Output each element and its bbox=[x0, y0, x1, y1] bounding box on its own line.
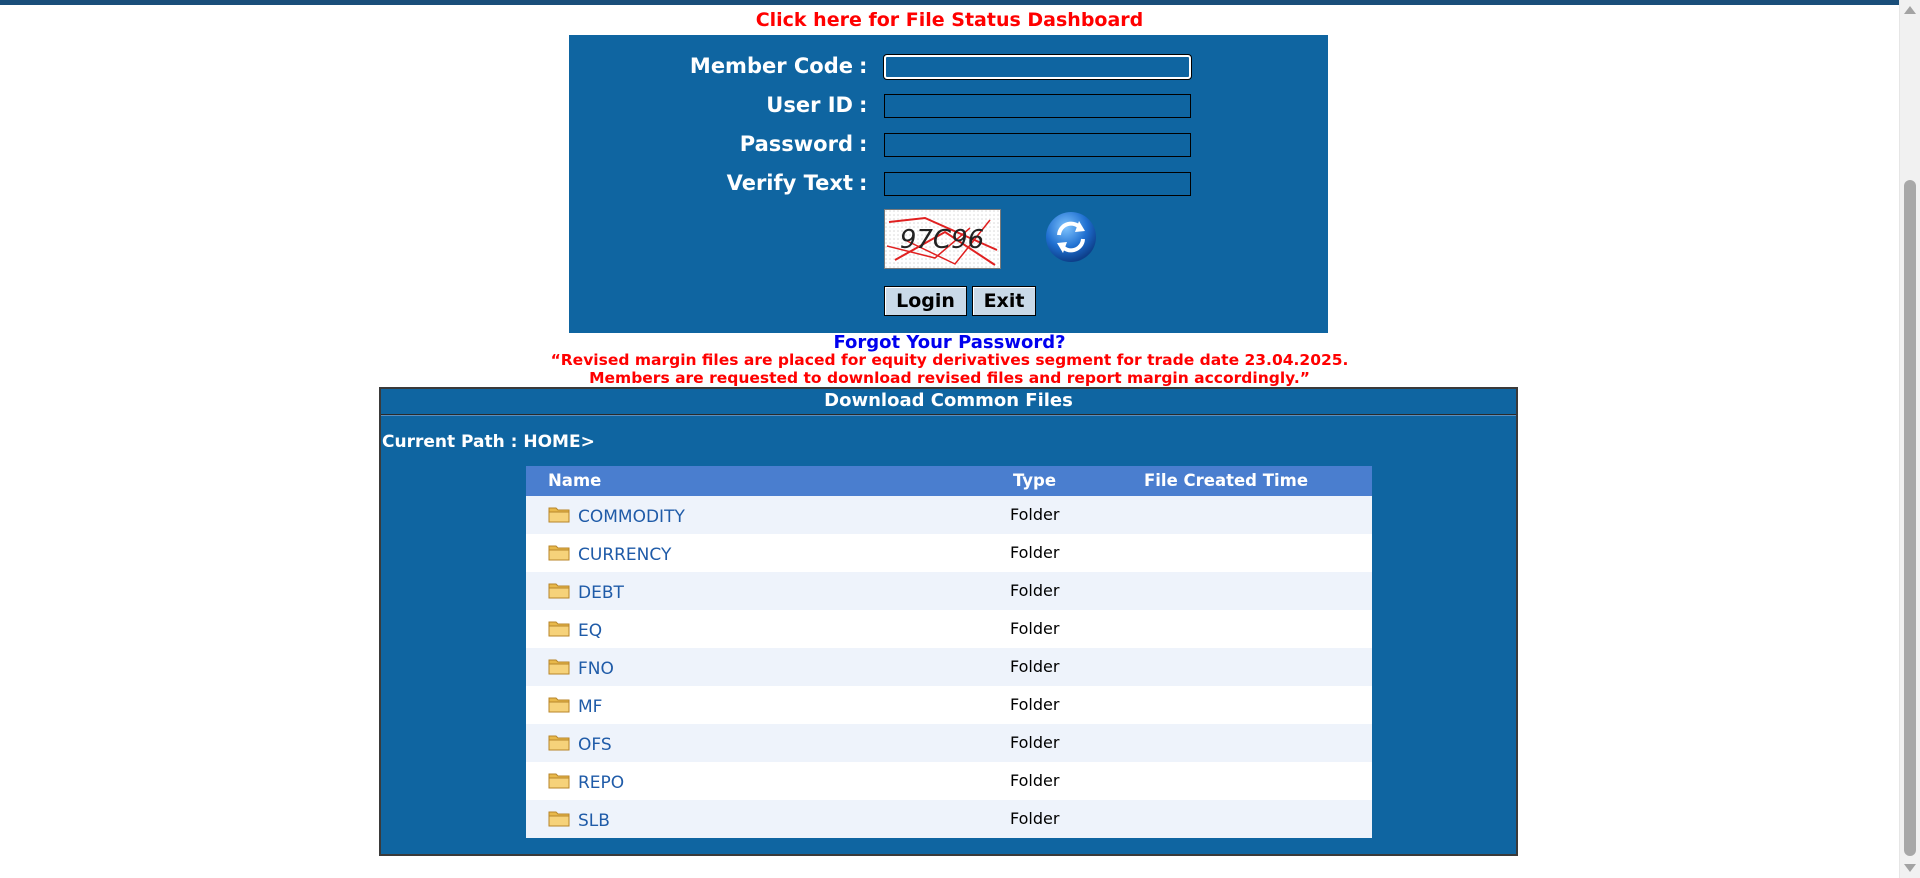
folder-name-link[interactable]: COMMODITY bbox=[578, 507, 685, 527]
folder-type: Folder bbox=[1010, 543, 1060, 562]
folder-icon[interactable] bbox=[548, 543, 570, 561]
user-id-input[interactable] bbox=[884, 94, 1191, 118]
folder-name-link[interactable]: REPO bbox=[578, 773, 624, 793]
notice-line-2: Members are requested to download revise… bbox=[589, 369, 1310, 387]
member-code-label: Member Code bbox=[689, 54, 853, 78]
notice-line-1: “Revised margin files are placed for equ… bbox=[550, 351, 1349, 369]
scroll-up-arrow-icon[interactable] bbox=[1904, 6, 1916, 14]
table-row[interactable]: OFS Folder bbox=[526, 724, 1372, 762]
folder-icon[interactable] bbox=[548, 695, 570, 713]
captcha-text: 97C96 bbox=[900, 225, 984, 255]
refresh-captcha-button[interactable] bbox=[1045, 211, 1097, 263]
table-row[interactable]: CURRENCY Folder bbox=[526, 534, 1372, 572]
folder-icon[interactable] bbox=[548, 581, 570, 599]
exit-button[interactable]: Exit bbox=[972, 286, 1036, 316]
table-row[interactable]: COMMODITY Folder bbox=[526, 496, 1372, 534]
login-panel: Member Code : User ID : Password : Verif… bbox=[569, 35, 1328, 333]
folder-name-link[interactable]: EQ bbox=[578, 621, 602, 641]
verify-text-label: Verify Text bbox=[726, 171, 853, 195]
file-table-header: Name Type File Created Time bbox=[526, 466, 1372, 496]
folder-type: Folder bbox=[1010, 505, 1060, 524]
captcha-image: 97C96 bbox=[884, 209, 1001, 269]
table-row[interactable]: DEBT Folder bbox=[526, 572, 1372, 610]
vertical-scrollbar[interactable] bbox=[1899, 0, 1920, 878]
user-id-colon: : bbox=[859, 93, 868, 117]
member-code-row: Member Code : bbox=[569, 51, 1328, 81]
page: Click here for File Status Dashboard Mem… bbox=[0, 0, 1920, 878]
verify-text-colon: : bbox=[859, 171, 868, 195]
column-type-header[interactable]: Type bbox=[1013, 466, 1056, 496]
user-id-row: User ID : bbox=[569, 90, 1328, 120]
column-created-header[interactable]: File Created Time bbox=[1144, 466, 1308, 496]
forgot-password-link[interactable]: Forgot Your Password? bbox=[0, 332, 1899, 353]
folder-name-link[interactable]: OFS bbox=[578, 735, 612, 755]
member-code-input[interactable] bbox=[884, 55, 1191, 79]
notice-message: “Revised margin files are placed for equ… bbox=[0, 351, 1899, 387]
folder-icon[interactable] bbox=[548, 619, 570, 637]
download-panel: Download Common Files Current Path : HOM… bbox=[379, 387, 1518, 856]
table-row[interactable]: SLB Folder bbox=[526, 800, 1372, 838]
folder-name-link[interactable]: FNO bbox=[578, 659, 614, 679]
download-title: Download Common Files bbox=[381, 389, 1516, 415]
column-name-header[interactable]: Name bbox=[548, 466, 601, 496]
user-id-label: User ID bbox=[766, 93, 853, 117]
folder-type: Folder bbox=[1010, 695, 1060, 714]
folder-icon[interactable] bbox=[548, 733, 570, 751]
password-label: Password bbox=[739, 132, 853, 156]
folder-type: Folder bbox=[1010, 771, 1060, 790]
table-row[interactable]: MF Folder bbox=[526, 686, 1372, 724]
folder-name-link[interactable]: CURRENCY bbox=[578, 545, 671, 565]
file-table: Name Type File Created Time COMMODITY Fol… bbox=[526, 466, 1372, 838]
folder-icon[interactable] bbox=[548, 771, 570, 789]
password-colon: : bbox=[859, 132, 868, 156]
scrollbar-thumb[interactable] bbox=[1904, 180, 1916, 856]
file-status-dashboard-link[interactable]: Click here for File Status Dashboard bbox=[0, 9, 1899, 31]
table-row[interactable]: EQ Folder bbox=[526, 610, 1372, 648]
file-rows: COMMODITY Folder CURRENCY Folder DEBT Folder E… bbox=[526, 496, 1372, 838]
table-row[interactable]: REPO Folder bbox=[526, 762, 1372, 800]
current-path: Current Path : HOME> bbox=[382, 432, 595, 452]
top-strip bbox=[0, 0, 1899, 5]
folder-icon[interactable] bbox=[548, 809, 570, 827]
folder-type: Folder bbox=[1010, 657, 1060, 676]
folder-name-link[interactable]: SLB bbox=[578, 811, 610, 831]
scroll-down-arrow-icon[interactable] bbox=[1904, 864, 1916, 872]
refresh-icon bbox=[1046, 212, 1096, 262]
folder-icon[interactable] bbox=[548, 657, 570, 675]
captcha-graphic: 97C96 bbox=[885, 210, 1000, 268]
folder-icon[interactable] bbox=[548, 505, 570, 523]
folder-name-link[interactable]: MF bbox=[578, 697, 602, 717]
folder-name-link[interactable]: DEBT bbox=[578, 583, 624, 603]
member-code-colon: : bbox=[859, 54, 868, 78]
folder-type: Folder bbox=[1010, 809, 1060, 828]
password-row: Password : bbox=[569, 129, 1328, 159]
verify-text-row: Verify Text : bbox=[569, 168, 1328, 198]
login-button[interactable]: Login bbox=[884, 286, 967, 316]
verify-text-input[interactable] bbox=[884, 172, 1191, 196]
folder-type: Folder bbox=[1010, 581, 1060, 600]
password-input[interactable] bbox=[884, 133, 1191, 157]
table-row[interactable]: FNO Folder bbox=[526, 648, 1372, 686]
folder-type: Folder bbox=[1010, 619, 1060, 638]
folder-type: Folder bbox=[1010, 733, 1060, 752]
